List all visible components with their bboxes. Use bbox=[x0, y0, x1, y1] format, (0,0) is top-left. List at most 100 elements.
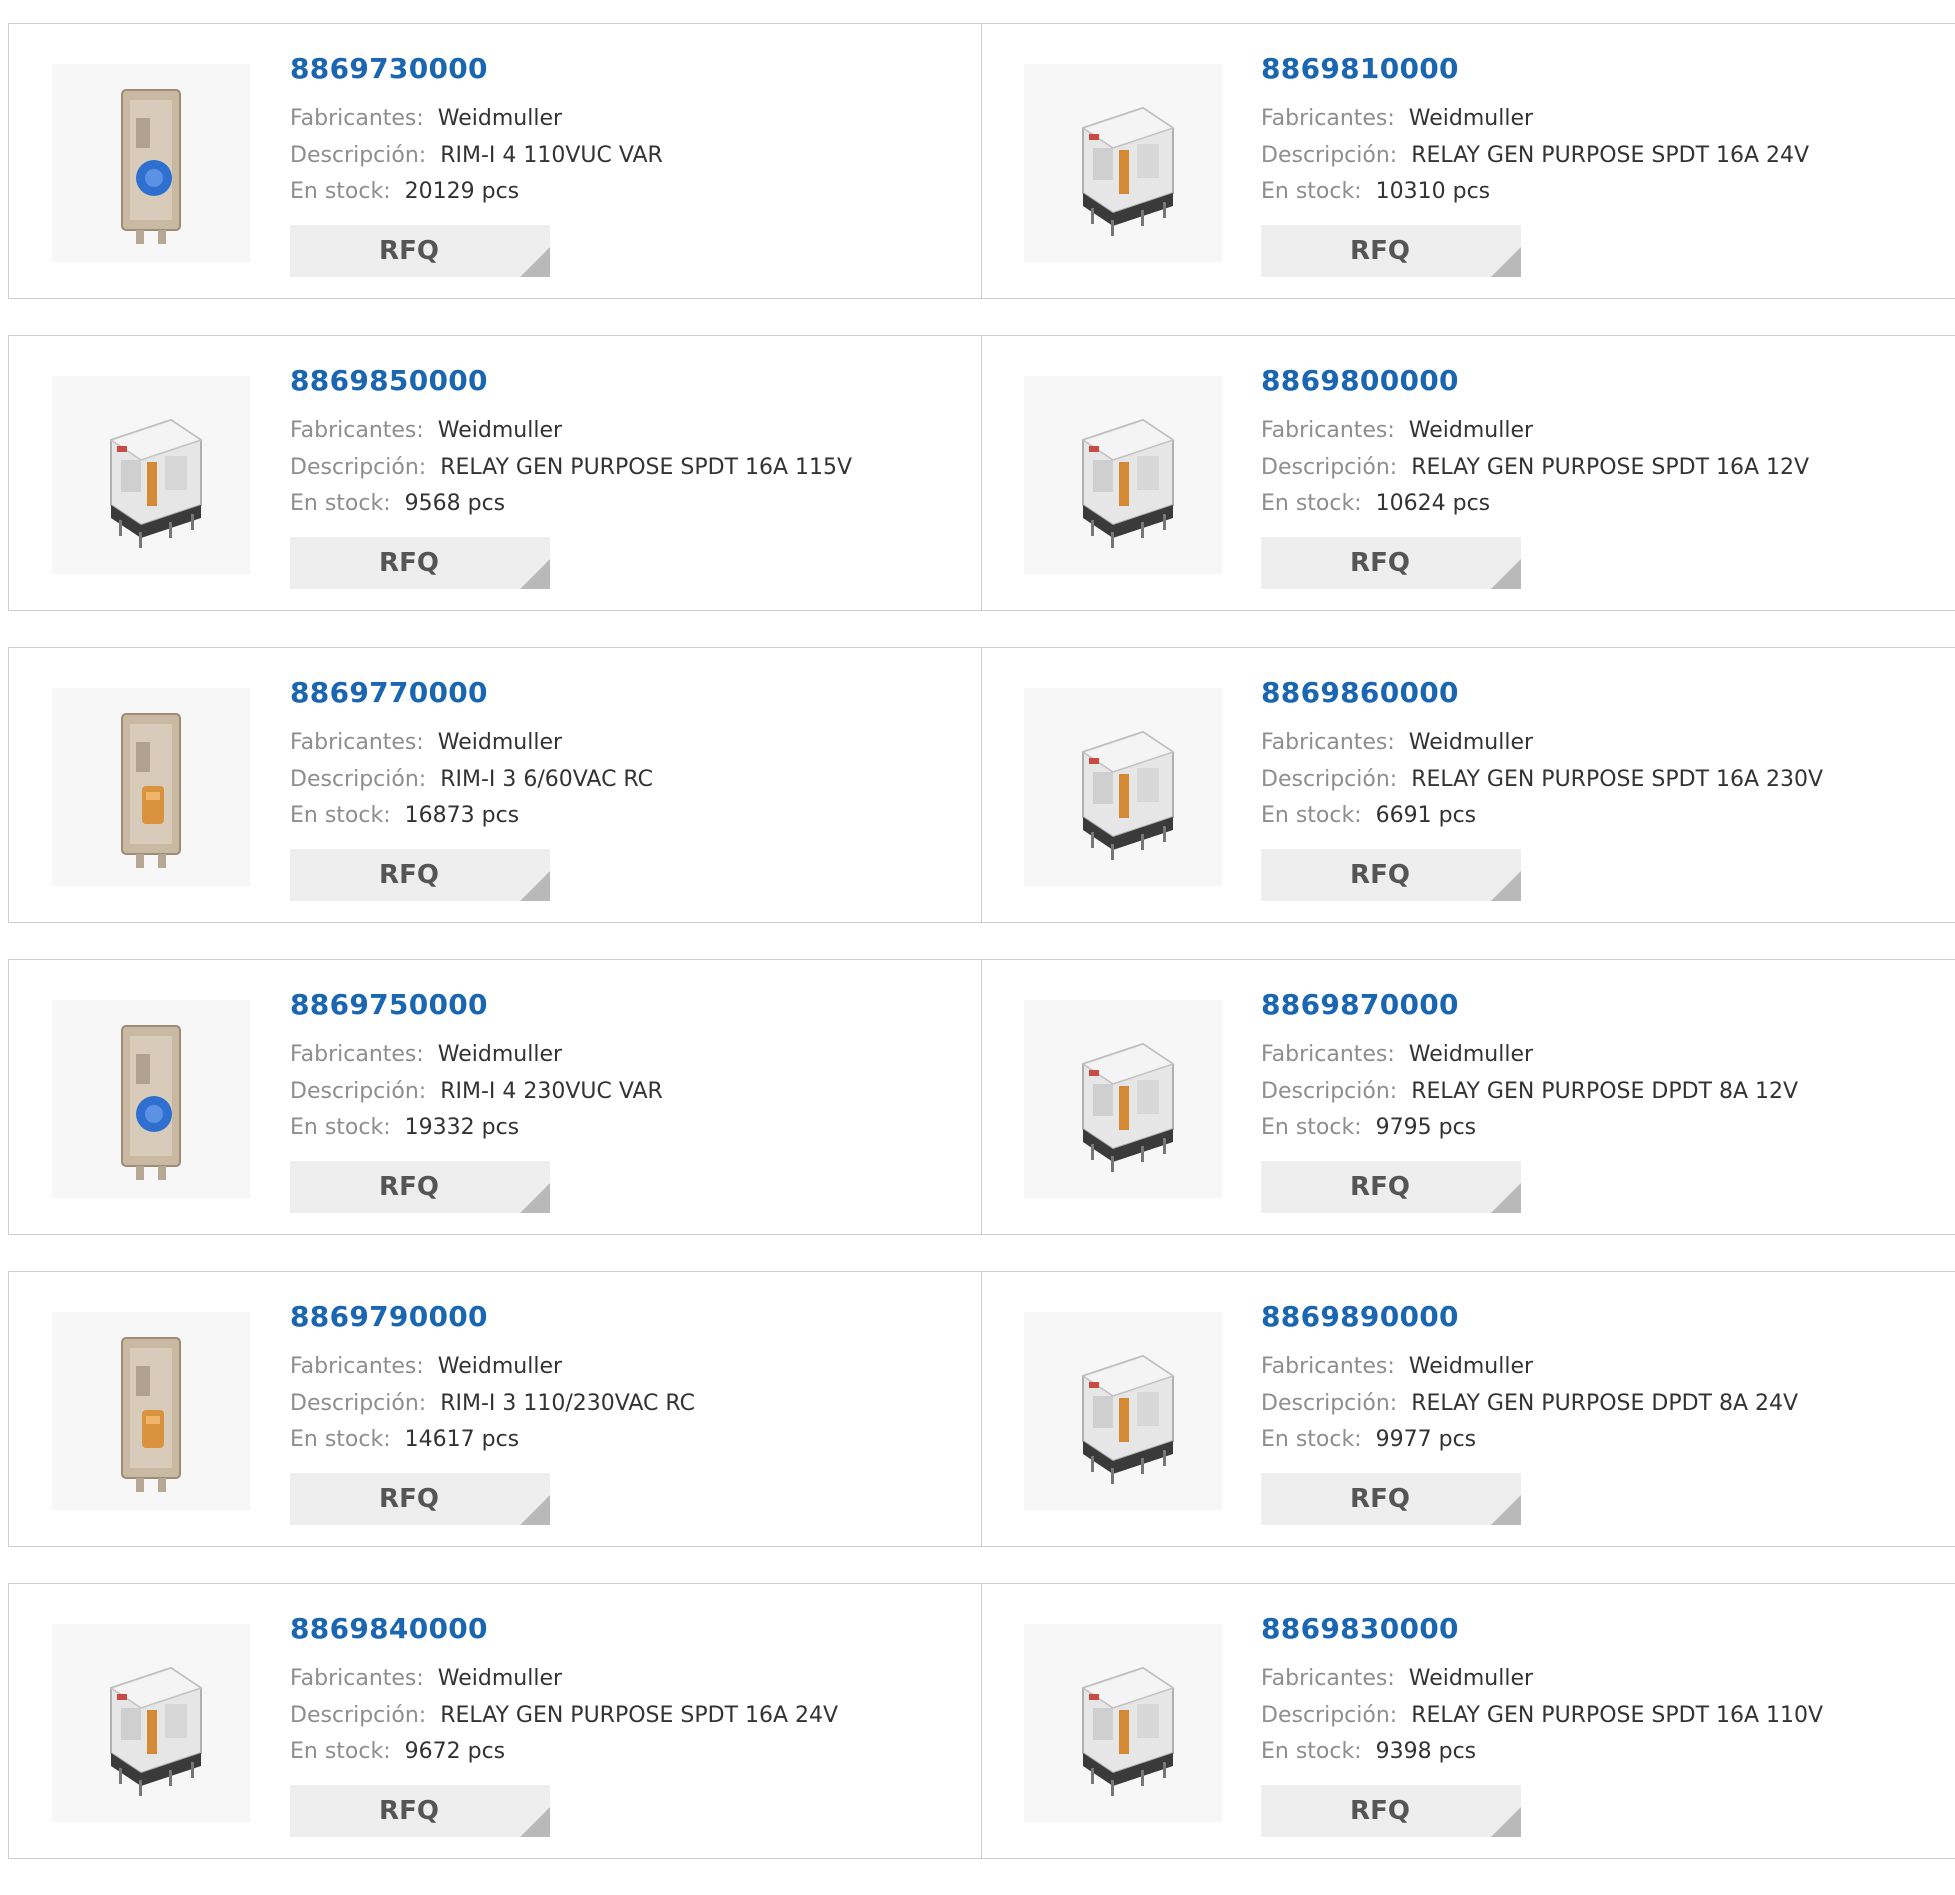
manufacturer-label: Fabricantes: bbox=[1261, 1354, 1395, 1379]
product-card: relay-icon 8869830000 Fabricantes: Weidmu… bbox=[982, 1584, 1955, 1858]
stock-line: En stock: 14617 pcs bbox=[290, 1427, 519, 1452]
rfq-button[interactable]: RFQ bbox=[290, 225, 550, 277]
rfq-button[interactable]: RFQ bbox=[290, 1161, 550, 1213]
stock-value: 19332 pcs bbox=[404, 1115, 520, 1140]
description-value: RELAY GEN PURPOSE DPDT 8A 24V bbox=[1411, 1391, 1799, 1416]
product-row: rim-module-blue-icon 8869730000 Fabrican… bbox=[8, 23, 1955, 299]
stock-line: En stock: 9795 pcs bbox=[1261, 1115, 1476, 1140]
stock-label: En stock: bbox=[1261, 1739, 1362, 1764]
stock-line: En stock: 10624 pcs bbox=[1261, 491, 1490, 516]
rfq-button[interactable]: RFQ bbox=[1261, 1161, 1521, 1213]
product-image[interactable]: rim-module-orange-icon bbox=[52, 1312, 250, 1510]
manufacturer-label: Fabricantes: bbox=[290, 1042, 424, 1067]
stock-line: En stock: 9568 pcs bbox=[290, 491, 505, 516]
product-image[interactable]: relay-icon bbox=[1024, 1312, 1222, 1510]
product-image[interactable]: relay-icon bbox=[52, 1624, 250, 1822]
description-value: RELAY GEN PURPOSE SPDT 16A 24V bbox=[440, 1703, 839, 1728]
corner-triangle-icon bbox=[1491, 559, 1521, 589]
manufacturer-label: Fabricantes: bbox=[1261, 730, 1395, 755]
product-image[interactable]: rim-module-orange-icon bbox=[52, 688, 250, 886]
product-image[interactable]: relay-icon bbox=[1024, 1624, 1222, 1822]
description-line: Descripción: RELAY GEN PURPOSE SPDT 16A 1… bbox=[1261, 455, 1809, 480]
product-image[interactable]: relay-icon bbox=[1024, 64, 1222, 262]
product-card: relay-icon 8869890000 Fabricantes: Weidmu… bbox=[982, 1272, 1955, 1546]
rfq-button[interactable]: RFQ bbox=[1261, 1473, 1521, 1525]
rfq-button[interactable]: RFQ bbox=[290, 849, 550, 901]
part-number-link[interactable]: 8869890000 bbox=[1261, 1300, 1459, 1333]
rfq-button[interactable]: RFQ bbox=[1261, 225, 1521, 277]
rfq-button[interactable]: RFQ bbox=[290, 1785, 550, 1837]
manufacturer-value: Weidmuller bbox=[1408, 1354, 1534, 1379]
product-grid: rim-module-blue-icon 8869730000 Fabrican… bbox=[8, 23, 1955, 1895]
stock-label: En stock: bbox=[1261, 491, 1362, 516]
rfq-button[interactable]: RFQ bbox=[1261, 849, 1521, 901]
manufacturer-line: Fabricantes: Weidmuller bbox=[1261, 106, 1533, 131]
manufacturer-value: Weidmuller bbox=[437, 1042, 563, 1067]
rfq-label: RFQ bbox=[1350, 548, 1410, 578]
product-image[interactable]: relay-icon bbox=[1024, 376, 1222, 574]
rfq-button[interactable]: RFQ bbox=[1261, 537, 1521, 589]
description-value: RELAY GEN PURPOSE SPDT 16A 110V bbox=[1411, 1703, 1824, 1728]
rfq-label: RFQ bbox=[1350, 860, 1410, 890]
manufacturer-label: Fabricantes: bbox=[1261, 1666, 1395, 1691]
manufacturer-value: Weidmuller bbox=[437, 418, 563, 443]
product-image[interactable]: relay-icon bbox=[1024, 688, 1222, 886]
part-number-link[interactable]: 8869870000 bbox=[1261, 988, 1459, 1021]
rfq-button[interactable]: RFQ bbox=[290, 1473, 550, 1525]
part-number-link[interactable]: 8869860000 bbox=[1261, 676, 1459, 709]
manufacturer-value: Weidmuller bbox=[1408, 418, 1534, 443]
part-number-link[interactable]: 8869840000 bbox=[290, 1612, 488, 1645]
description-line: Descripción: RIM-I 3 110/230VAC RC bbox=[290, 1391, 695, 1416]
description-label: Descripción: bbox=[1261, 1079, 1398, 1104]
corner-triangle-icon bbox=[520, 247, 550, 277]
rfq-button[interactable]: RFQ bbox=[1261, 1785, 1521, 1837]
manufacturer-label: Fabricantes: bbox=[290, 418, 424, 443]
product-card: rim-module-blue-icon 8869730000 Fabrican… bbox=[9, 24, 982, 298]
part-number-link[interactable]: 8869790000 bbox=[290, 1300, 488, 1333]
stock-value: 9568 pcs bbox=[404, 491, 506, 516]
product-image[interactable]: relay-icon bbox=[52, 376, 250, 574]
product-image[interactable]: rim-module-blue-icon bbox=[52, 64, 250, 262]
description-value: RIM-I 4 110VUC VAR bbox=[440, 143, 663, 168]
manufacturer-value: Weidmuller bbox=[437, 730, 563, 755]
manufacturer-label: Fabricantes: bbox=[290, 106, 424, 131]
description-value: RIM-I 3 6/60VAC RC bbox=[440, 767, 653, 792]
product-image[interactable]: relay-icon bbox=[1024, 1000, 1222, 1198]
corner-triangle-icon bbox=[1491, 247, 1521, 277]
part-number-link[interactable]: 8869830000 bbox=[1261, 1612, 1459, 1645]
stock-label: En stock: bbox=[290, 1115, 391, 1140]
description-label: Descripción: bbox=[290, 455, 427, 480]
manufacturer-label: Fabricantes: bbox=[290, 1354, 424, 1379]
corner-triangle-icon bbox=[520, 871, 550, 901]
manufacturer-label: Fabricantes: bbox=[1261, 418, 1395, 443]
stock-label: En stock: bbox=[1261, 803, 1362, 828]
description-line: Descripción: RELAY GEN PURPOSE DPDT 8A 12… bbox=[1261, 1079, 1798, 1104]
product-card: rim-module-orange-icon 8869790000 Fabric… bbox=[9, 1272, 982, 1546]
description-line: Descripción: RELAY GEN PURPOSE SPDT 16A 2… bbox=[1261, 767, 1823, 792]
stock-value: 20129 pcs bbox=[404, 179, 520, 204]
part-number-link[interactable]: 8869730000 bbox=[290, 52, 488, 85]
rfq-button[interactable]: RFQ bbox=[290, 537, 550, 589]
product-card: relay-icon 8869870000 Fabricantes: Weidmu… bbox=[982, 960, 1955, 1234]
rfq-label: RFQ bbox=[379, 548, 439, 578]
part-number-link[interactable]: 8869850000 bbox=[290, 364, 488, 397]
part-number-link[interactable]: 8869800000 bbox=[1261, 364, 1459, 397]
manufacturer-label: Fabricantes: bbox=[290, 1666, 424, 1691]
product-image[interactable]: rim-module-blue-icon bbox=[52, 1000, 250, 1198]
stock-value: 10624 pcs bbox=[1375, 491, 1491, 516]
stock-line: En stock: 6691 pcs bbox=[1261, 803, 1476, 828]
part-number-link[interactable]: 8869810000 bbox=[1261, 52, 1459, 85]
corner-triangle-icon bbox=[520, 1183, 550, 1213]
part-number-link[interactable]: 8869770000 bbox=[290, 676, 488, 709]
stock-line: En stock: 19332 pcs bbox=[290, 1115, 519, 1140]
product-card: rim-module-orange-icon 8869770000 Fabric… bbox=[9, 648, 982, 922]
description-label: Descripción: bbox=[1261, 455, 1398, 480]
manufacturer-value: Weidmuller bbox=[437, 1666, 563, 1691]
stock-label: En stock: bbox=[290, 491, 391, 516]
description-value: RELAY GEN PURPOSE SPDT 16A 24V bbox=[1411, 143, 1810, 168]
part-number-link[interactable]: 8869750000 bbox=[290, 988, 488, 1021]
description-value: RELAY GEN PURPOSE SPDT 16A 230V bbox=[1411, 767, 1824, 792]
manufacturer-line: Fabricantes: Weidmuller bbox=[1261, 1666, 1533, 1691]
description-line: Descripción: RELAY GEN PURPOSE SPDT 16A 2… bbox=[1261, 143, 1809, 168]
stock-label: En stock: bbox=[290, 179, 391, 204]
